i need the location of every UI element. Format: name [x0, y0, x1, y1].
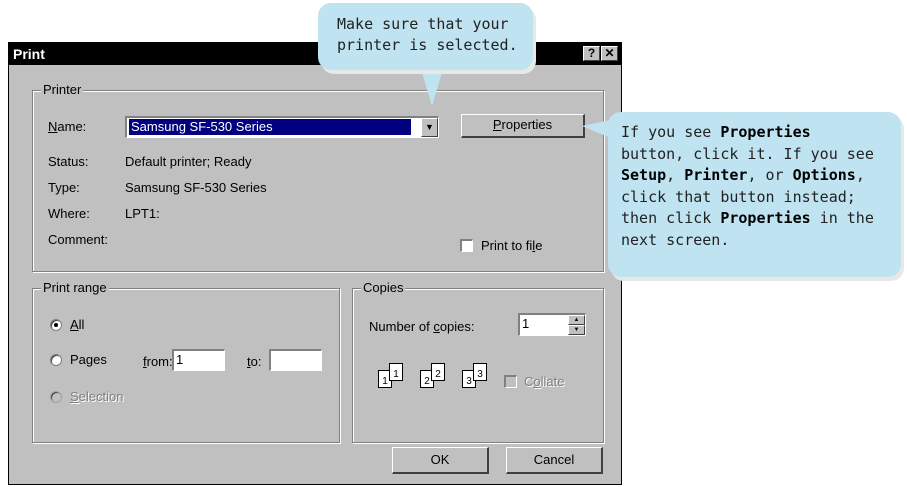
right-callout-text: If you see Properties button, click it. …: [621, 122, 874, 251]
right-callout-line-1: If you see Properties: [621, 123, 811, 141]
right-callout-line-5: then click Properties in the: [621, 209, 874, 227]
top-callout-line-2: printer is selected.: [337, 36, 518, 54]
right-callout: If you see Properties button, click it. …: [608, 112, 901, 277]
right-callout-line-3: Setup, Printer, or Options,: [621, 166, 865, 184]
top-callout-pointer: [420, 66, 444, 106]
right-callout-line-6: next screen.: [621, 230, 730, 249]
top-callout: Make sure that your printer is selected.: [318, 3, 533, 70]
right-callout-line-4: click that button instead;: [621, 187, 856, 206]
right-callout-line-2: button, click it. If you see: [621, 144, 874, 163]
top-callout-line-1: Make sure that your: [337, 15, 509, 33]
